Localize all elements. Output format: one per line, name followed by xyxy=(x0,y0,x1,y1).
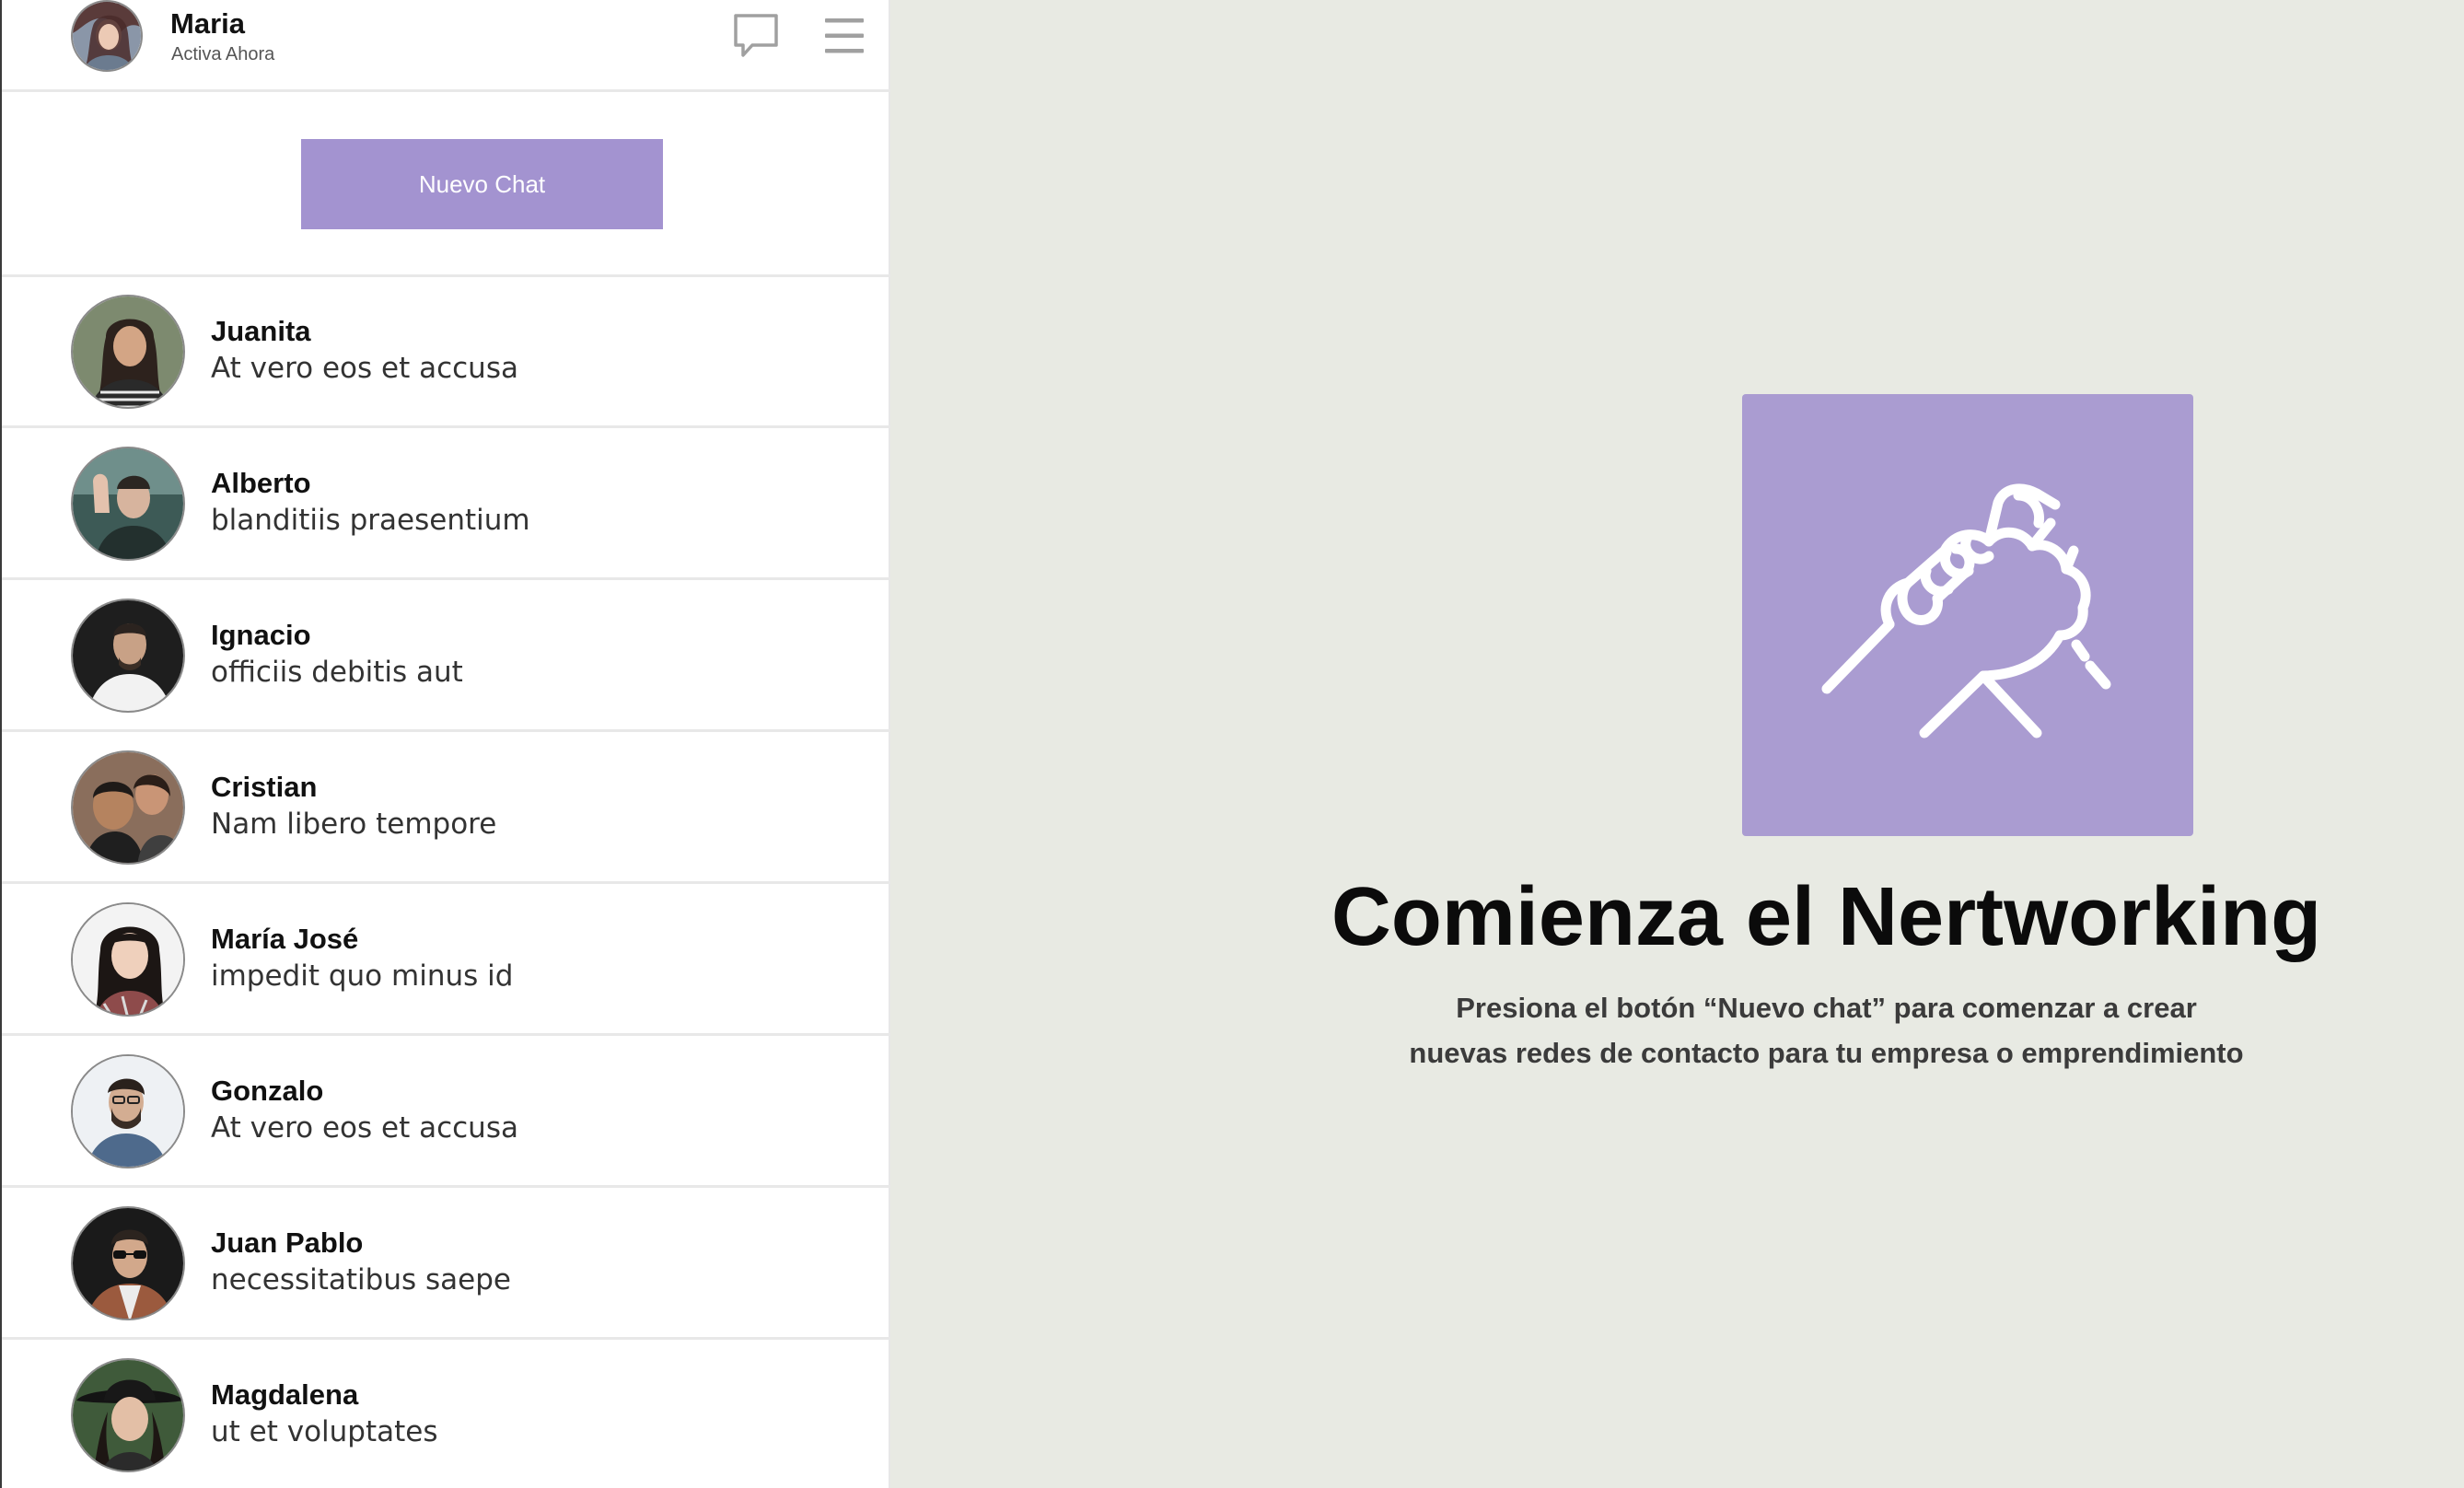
empty-state-subtitle-line1: Presiona el botón “Nuevo chat” para come… xyxy=(1456,992,2197,1024)
sidebar: Maria Activa Ahora Nuevo Chat Juanita At… xyxy=(0,0,890,1488)
avatar xyxy=(71,1358,185,1472)
chat-name: Ignacio xyxy=(211,619,311,651)
avatar xyxy=(71,447,185,561)
chat-last-message: At vero eos et accusa xyxy=(211,1111,518,1145)
avatar xyxy=(71,1206,185,1320)
chat-name: Alberto xyxy=(211,467,311,499)
chat-last-message: impedit quo minus id xyxy=(211,959,514,993)
chat-app: Maria Activa Ahora Nuevo Chat Juanita At… xyxy=(0,0,2464,1488)
new-chat-area: Nuevo Chat xyxy=(2,92,890,277)
chat-list-item[interactable]: Juan Pablo necessitatibus saepe xyxy=(2,1188,890,1340)
chat-last-message: ut et voluptates xyxy=(211,1415,438,1448)
chat-list-item[interactable]: Alberto blanditiis praesentium xyxy=(2,428,890,580)
empty-state-title: Comienza el Nertworking xyxy=(1331,871,2322,963)
chat-last-message: Nam libero tempore xyxy=(211,808,497,841)
profile-bar: Maria Activa Ahora xyxy=(2,0,890,92)
chat-last-message: At vero eos et accusa xyxy=(211,352,518,385)
empty-state-subtitle-line2: nuevas redes de contacto para tu empresa… xyxy=(1409,1037,2244,1069)
hamburger-menu-icon[interactable] xyxy=(824,17,865,55)
profile-avatar[interactable] xyxy=(71,0,143,72)
chat-name: Cristian xyxy=(211,771,318,803)
chat-name: Juanita xyxy=(211,315,311,347)
chat-list-item[interactable]: Juanita At vero eos et accusa xyxy=(2,276,890,428)
chat-list-item[interactable]: María José impedit quo minus id xyxy=(2,884,890,1036)
speech-bubble-icon[interactable] xyxy=(732,12,780,60)
chat-list-item[interactable]: Cristian Nam libero tempore xyxy=(2,732,890,884)
avatar xyxy=(71,599,185,713)
chat-name: María José xyxy=(211,923,359,955)
chat-name: Gonzalo xyxy=(211,1075,324,1107)
avatar xyxy=(71,902,185,1017)
chat-list-item[interactable]: Magdalena ut et voluptates xyxy=(2,1340,890,1488)
profile-name: Maria xyxy=(170,7,245,40)
empty-state-panel: Comienza el Nertworking Presiona el botó… xyxy=(907,0,2464,1488)
chat-list: Juanita At vero eos et accusa Alberto bl… xyxy=(2,276,890,1488)
chat-last-message: officiis debitis aut xyxy=(211,656,463,689)
chat-list-item[interactable]: Gonzalo At vero eos et accusa xyxy=(2,1036,890,1188)
chat-name: Magdalena xyxy=(211,1378,359,1411)
chat-last-message: blanditiis praesentium xyxy=(211,504,530,537)
new-chat-button[interactable]: Nuevo Chat xyxy=(301,139,663,229)
handshake-icon xyxy=(1742,394,2193,836)
profile-status: Activa Ahora xyxy=(171,44,275,64)
chat-name: Juan Pablo xyxy=(211,1226,364,1259)
avatar xyxy=(71,1054,185,1168)
avatar xyxy=(71,750,185,865)
chat-last-message: necessitatibus saepe xyxy=(211,1263,511,1296)
chat-list-item[interactable]: Ignacio officiis debitis aut xyxy=(2,580,890,732)
avatar xyxy=(71,295,185,409)
